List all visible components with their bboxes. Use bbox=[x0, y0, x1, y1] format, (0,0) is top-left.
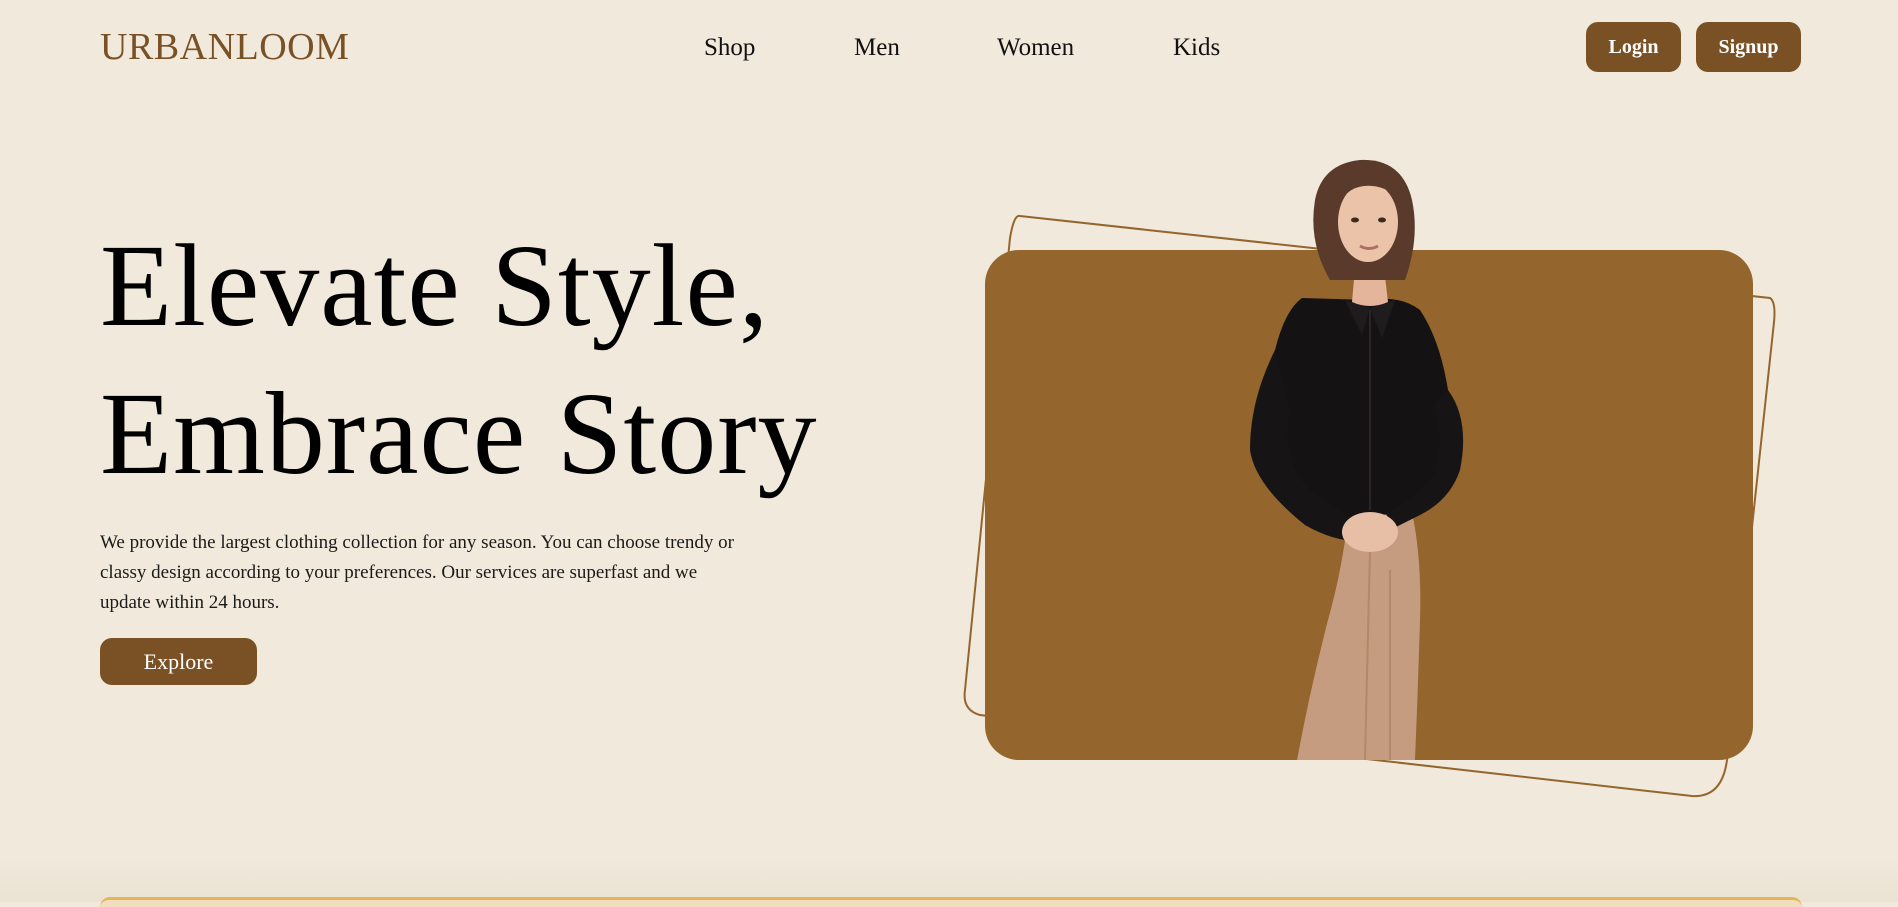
signup-button[interactable]: Signup bbox=[1696, 22, 1801, 72]
hero-title-line-2: Embrace Story bbox=[100, 368, 818, 499]
model-photo-icon bbox=[1250, 159, 1464, 761]
hero-visual bbox=[950, 150, 1800, 810]
nav-link-shop[interactable]: Shop bbox=[704, 30, 755, 66]
nav-link-women[interactable]: Women bbox=[997, 30, 1074, 66]
hero-description: We provide the largest clothing collecti… bbox=[100, 532, 734, 613]
login-button[interactable]: Login bbox=[1586, 22, 1681, 72]
nav-link-men[interactable]: Men bbox=[854, 30, 900, 66]
site-header: URBANLOOM Shop Men Women Kids Login Sign… bbox=[0, 0, 1898, 96]
explore-button[interactable]: Explore bbox=[100, 638, 257, 685]
nav-link-kids[interactable]: Kids bbox=[1173, 30, 1220, 66]
section-divider bbox=[0, 860, 1898, 902]
hero-title-line-1: Elevate Style, bbox=[100, 220, 770, 351]
next-section-edge bbox=[100, 897, 1802, 907]
hero-title: Elevate Style, Embrace Story bbox=[100, 212, 860, 508]
